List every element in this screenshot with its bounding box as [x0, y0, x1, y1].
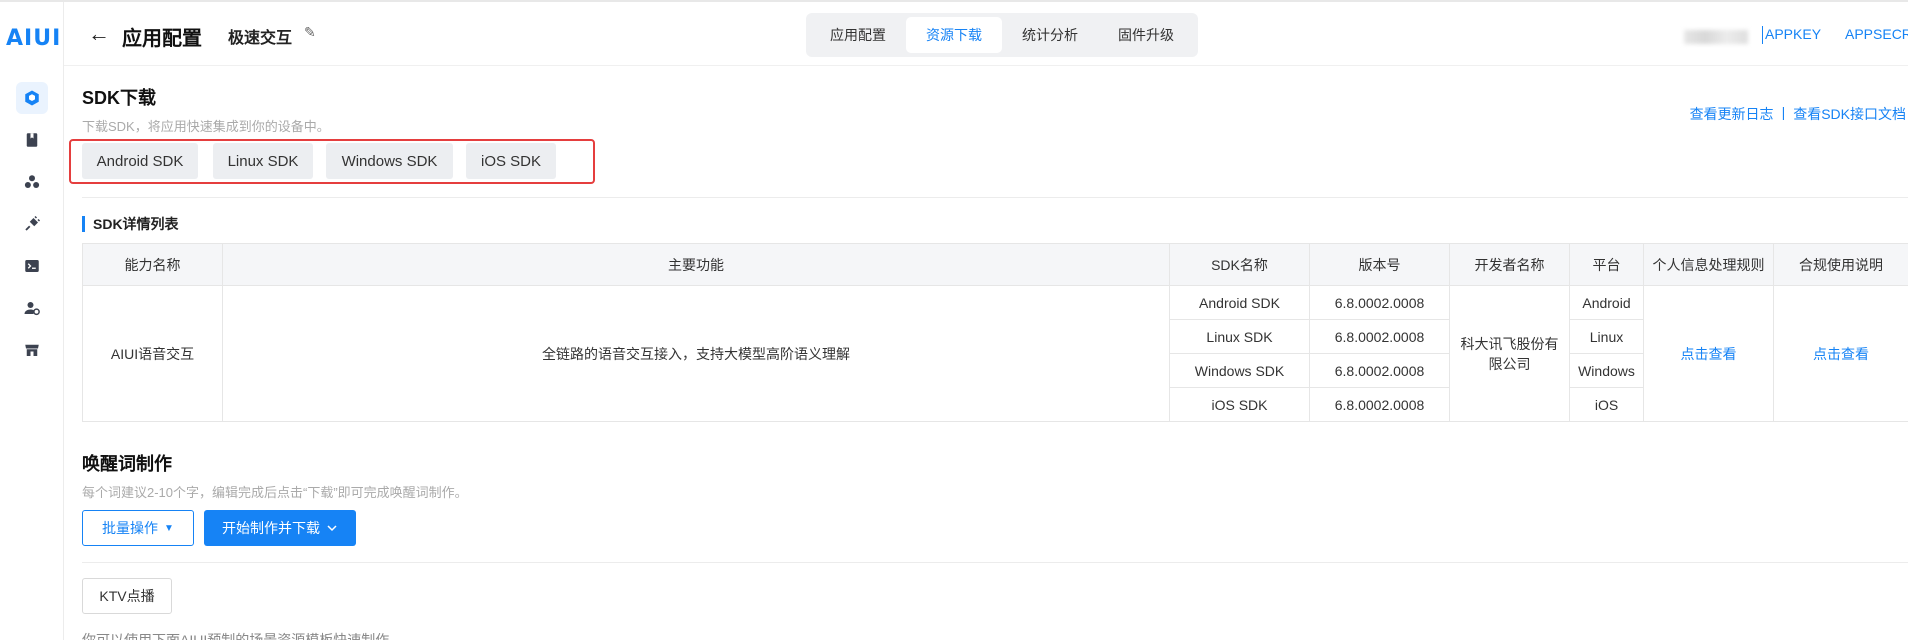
capability-cell: AIUI语音交互 [82, 285, 223, 422]
batch-operation-label: 批量操作 [102, 520, 159, 536]
back-arrow-icon[interactable]: ← [88, 22, 112, 46]
section-divider [82, 197, 1908, 198]
version-cell: 6.8.0002.0008 [1309, 387, 1450, 422]
sdk-detail-table: 能力名称 主要功能 SDK名称 版本号 开发者名称 平台 个人信息处理规则 合规… [82, 243, 1908, 422]
ios-sdk-button[interactable]: iOS SDK [466, 143, 556, 179]
terminal-icon [25, 260, 39, 272]
header-capability: 能力名称 [82, 243, 223, 286]
sidebar-item-store[interactable] [16, 334, 48, 366]
appkey-link[interactable]: APPKEY [1765, 26, 1821, 42]
sidebar-item-skills[interactable] [16, 166, 48, 198]
doc-links: 查看更新日志 | 查看SDK接口文档 [1690, 104, 1906, 124]
sidebar-item-console[interactable] [16, 250, 48, 282]
platform-cell: iOS [1569, 387, 1644, 422]
android-sdk-button[interactable]: Android SDK [82, 143, 198, 179]
header-version: 版本号 [1309, 243, 1450, 286]
sidebar-item-apps[interactable] [16, 82, 48, 114]
key-separator [1762, 26, 1763, 44]
start-make-download-label: 开始制作并下载 [222, 520, 320, 536]
ktv-template-button[interactable]: KTV点播 [82, 578, 172, 614]
sdk-download-title: SDK下载 [82, 88, 157, 108]
sdk-name-cell: Linux SDK [1169, 319, 1310, 354]
linux-sdk-button[interactable]: Linux SDK [213, 143, 313, 179]
cube-icon [25, 90, 39, 106]
blurred-appid [1684, 30, 1748, 44]
caret-down-icon: ▼ [164, 522, 174, 534]
start-make-download-button[interactable]: 开始制作并下载 [204, 510, 356, 546]
platform-cell: Windows [1569, 353, 1644, 388]
tab-firmware-upgrade[interactable]: 固件升级 [1098, 17, 1194, 53]
sidebar-item-integration[interactable] [16, 208, 48, 240]
sdk-list-title: SDK详情列表 [82, 216, 179, 232]
edit-pencil-icon[interactable]: ✎ [304, 24, 316, 41]
app-name: 极速交互 [228, 30, 293, 47]
platform-cell: Linux [1569, 319, 1644, 354]
sdk-name-cell: Windows SDK [1169, 353, 1310, 388]
version-cell: 6.8.0002.0008 [1309, 353, 1450, 388]
table-row: AIUI语音交互 全链路的语音交互接入，支持大模型高阶语义理解 Android … [82, 285, 1908, 422]
windows-sdk-button[interactable]: Windows SDK [326, 143, 453, 179]
table-header-row: 能力名称 主要功能 SDK名称 版本号 开发者名称 平台 个人信息处理规则 合规… [82, 243, 1908, 286]
tab-statistics[interactable]: 统计分析 [1002, 17, 1098, 53]
wakeword-divider [82, 562, 1908, 563]
sdk-name-cell: iOS SDK [1169, 387, 1310, 422]
tab-resource-download[interactable]: 资源下载 [906, 17, 1002, 53]
header-developer: 开发者名称 [1449, 243, 1570, 286]
tab-app-config[interactable]: 应用配置 [810, 17, 906, 53]
header-feature: 主要功能 [222, 243, 1170, 286]
header-sdk-name: SDK名称 [1169, 243, 1310, 286]
batch-operation-button[interactable]: 批量操作 ▼ [82, 510, 194, 546]
header: ← 应用配置 极速交互 ✎ 应用配置 资源下载 统计分析 固件升级 APPKEY… [64, 2, 1908, 66]
user-settings-icon [24, 302, 40, 316]
cluster-icon [24, 175, 40, 188]
version-cell: 6.8.0002.0008 [1309, 285, 1450, 320]
chevron-down-icon [327, 525, 337, 532]
top-tabs: 应用配置 资源下载 统计分析 固件升级 [806, 13, 1198, 57]
appsecret-link[interactable]: APPSECRET [1845, 26, 1908, 42]
header-compliance: 合规使用说明 [1773, 243, 1908, 286]
header-privacy-rules: 个人信息处理规则 [1643, 243, 1774, 286]
header-platform: 平台 [1569, 243, 1644, 286]
template-hint-text: 你可以使用下面AIUI预制的场景资源模板快速制作 [82, 632, 390, 640]
store-icon [25, 344, 39, 356]
link-separator: | [1781, 104, 1786, 120]
feature-cell: 全链路的语音交互接入，支持大模型高阶语义理解 [222, 285, 1170, 422]
wakeword-title: 唤醒词制作 [82, 454, 172, 474]
sidebar-item-account[interactable] [16, 292, 48, 324]
platform-cell: Android [1569, 285, 1644, 320]
sidebar-item-docs[interactable] [16, 124, 48, 156]
compliance-view-link[interactable]: 点击查看 [1773, 285, 1908, 422]
developer-cell: 科大讯飞股份有限公司 [1449, 285, 1570, 422]
aiui-logo[interactable]: AIUI [6, 26, 60, 52]
changelog-link[interactable]: 查看更新日志 [1690, 104, 1774, 124]
wakeword-desc: 每个词建议2-10个字，编辑完成后点击“下载”即可完成唤醒词制作。 [82, 485, 468, 500]
sdk-name-cell: Android SDK [1169, 285, 1310, 320]
plug-icon [25, 215, 41, 231]
privacy-view-link[interactable]: 点击查看 [1643, 285, 1774, 422]
book-icon [26, 133, 38, 147]
version-cell: 6.8.0002.0008 [1309, 319, 1450, 354]
sdk-download-desc: 下载SDK，将应用快速集成到你的设备中。 [82, 119, 330, 134]
sidebar: AIUI [0, 2, 64, 640]
sdk-docs-link[interactable]: 查看SDK接口文档 [1793, 104, 1906, 124]
page-title: 应用配置 [122, 28, 202, 50]
